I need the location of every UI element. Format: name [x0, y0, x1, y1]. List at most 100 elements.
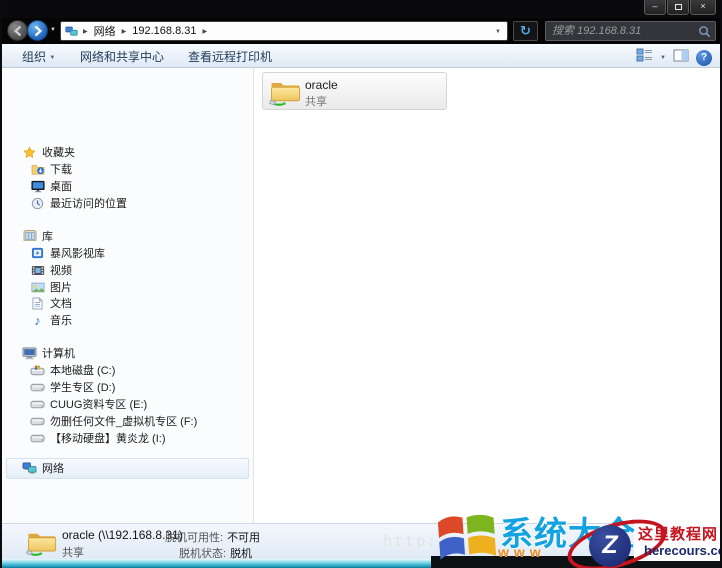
sidebar-item-drive-e[interactable]: CUUG资料专区 (E:) — [30, 396, 147, 412]
organize-menu[interactable]: 组织 ▼ — [22, 48, 55, 65]
libraries-icon — [22, 230, 37, 242]
details-field-offline-availability: 脱机可用性: 不可用 — [165, 532, 261, 544]
video-library-icon — [30, 247, 45, 259]
sidebar-item-label: 本地磁盘 (C:) — [50, 365, 116, 377]
sidebar-item-music[interactable]: ♪ 音乐 — [30, 312, 72, 328]
sidebar-item-drive-i[interactable]: 【移动硬盘】黄炎龙 (I:) — [30, 430, 166, 446]
close-button[interactable]: × — [690, 0, 716, 15]
sidebar-item-pictures[interactable]: 图片 — [30, 279, 72, 295]
forward-button[interactable] — [27, 20, 48, 41]
sidebar-item-label: 文档 — [50, 298, 72, 310]
sidebar-item-video-library[interactable]: 暴风影视库 — [30, 245, 105, 261]
sidebar-item-favorites[interactable]: 收藏夹 — [22, 144, 75, 160]
folder-name: oracle — [305, 78, 338, 92]
sidebar-item-videos[interactable]: 视频 — [30, 262, 72, 278]
search-icon[interactable] — [698, 25, 711, 43]
windows-flag-logo-icon — [434, 508, 500, 568]
sidebar-item-computer[interactable]: 计算机 — [22, 345, 75, 361]
watermark-badge-domain: herecours.com — [644, 543, 722, 558]
sidebar-item-label: 桌面 — [50, 181, 72, 193]
sidebar-item-label: 库 — [42, 231, 53, 243]
navigation-pane: 收藏夹 下载 桌面 最近访问的位置 库 暴风影视库 视频 图片 文档 ♪ 音乐 … — [2, 68, 253, 523]
preview-pane-button[interactable] — [673, 49, 689, 67]
sidebar-item-network[interactable]: 网络 — [22, 460, 64, 476]
sidebar-item-label: 收藏夹 — [42, 147, 75, 159]
drive-icon — [30, 434, 45, 443]
minimize-button[interactable]: – — [644, 0, 666, 15]
recent-pages-caret-icon[interactable]: ▼ — [50, 27, 56, 33]
documents-icon — [30, 297, 45, 310]
views-caret-icon[interactable]: ▼ — [660, 55, 666, 61]
sidebar-item-label: 勿删任何文件_虚拟机专区 (F:) — [50, 416, 198, 428]
badge-letter: Z — [602, 531, 618, 559]
window-body: 收藏夹 下载 桌面 最近访问的位置 库 暴风影视库 视频 图片 文档 ♪ 音乐 … — [2, 68, 720, 523]
sidebar-item-label: 计算机 — [42, 348, 75, 360]
folder-item-oracle[interactable]: oracle 共享 — [262, 72, 447, 110]
videos-icon — [30, 265, 45, 276]
title-bar: – × — [0, 0, 722, 18]
chevron-down-icon: ▼ — [49, 55, 56, 61]
breadcrumb-arrow-icon: ▶ — [121, 28, 127, 35]
sidebar-item-label: 暴风影视库 — [50, 248, 105, 260]
breadcrumb[interactable]: ▶ 网络 ▶ 192.168.8.31 ▶ ▼ — [60, 21, 508, 41]
drive-icon — [30, 383, 45, 392]
computer-icon — [22, 346, 37, 360]
refresh-button[interactable]: ↻ — [513, 21, 538, 41]
minimize-icon: – — [652, 1, 658, 11]
breadcrumb-segment-host[interactable]: 192.168.8.31 — [128, 25, 200, 37]
file-list-pane: oracle 共享 — [254, 68, 720, 523]
refresh-icon: ↻ — [520, 23, 531, 38]
network-center-button[interactable]: 网络和共享中心 — [80, 48, 164, 65]
search-input[interactable] — [552, 23, 692, 39]
shared-folder-icon — [26, 526, 59, 563]
command-bar: 组织 ▼ 网络和共享中心 查看远程打印机 ▼ ? — [2, 44, 720, 68]
sidebar-item-label: 学生专区 (D:) — [50, 382, 116, 394]
sidebar-item-label: 网络 — [42, 463, 64, 475]
breadcrumb-arrow-icon: ▶ — [83, 28, 88, 35]
drive-icon — [30, 400, 45, 409]
sidebar-item-drive-f[interactable]: 勿删任何文件_虚拟机专区 (F:) — [30, 413, 197, 429]
address-bar: ▼ ▶ 网络 ▶ 192.168.8.31 ▶ ▼ ↻ — [0, 18, 722, 44]
watermark-badge-circle-icon: Z — [589, 525, 631, 567]
search-box — [545, 21, 716, 41]
breadcrumb-segment-network[interactable]: 网络 — [90, 23, 120, 39]
sidebar-item-downloads[interactable]: 下载 — [30, 161, 72, 177]
drive-icon — [30, 417, 45, 426]
sidebar-item-label: 图片 — [50, 282, 72, 294]
sidebar-item-libraries[interactable]: 库 — [22, 228, 53, 244]
sidebar-item-label: CUUG资料专区 (E:) — [50, 399, 148, 411]
sidebar-item-drive-c[interactable]: 本地磁盘 (C:) — [30, 362, 115, 378]
sidebar-item-label: 【移动硬盘】黄炎龙 (I:) — [50, 433, 166, 445]
watermark-www-text: www — [498, 544, 546, 560]
music-icon: ♪ — [34, 312, 41, 328]
sidebar-item-label: 下载 — [50, 164, 72, 176]
maximize-button[interactable] — [667, 0, 689, 15]
address-dropdown-caret-icon[interactable]: ▼ — [495, 29, 501, 35]
view-remote-printers-button[interactable]: 查看远程打印机 — [188, 48, 272, 65]
watermark-badge-title: 这里教程网 — [638, 526, 719, 543]
folder-status: 共享 — [305, 96, 327, 108]
star-icon — [22, 145, 37, 159]
sidebar-item-label: 音乐 — [50, 315, 72, 327]
sidebar-item-desktop[interactable]: 桌面 — [30, 178, 72, 194]
help-button[interactable]: ? — [696, 49, 712, 66]
breadcrumb-arrow-icon: ▶ — [202, 28, 208, 35]
network-icon — [22, 462, 37, 474]
shared-folder-icon — [269, 75, 303, 113]
pictures-icon — [30, 282, 45, 293]
system-drive-icon — [30, 365, 45, 376]
maximize-icon — [674, 4, 682, 10]
change-view-button[interactable] — [636, 48, 653, 67]
sidebar-item-documents[interactable]: 文档 — [30, 295, 72, 311]
desktop-icon — [30, 180, 45, 193]
network-location-icon — [65, 26, 78, 37]
downloads-icon — [30, 163, 45, 175]
caption-buttons: – × — [643, 0, 716, 15]
back-button[interactable] — [7, 20, 28, 41]
details-subtitle: 共享 — [62, 547, 84, 559]
sidebar-item-drive-d[interactable]: 学生专区 (D:) — [30, 379, 115, 395]
sidebar-item-recent-places[interactable]: 最近访问的位置 — [30, 195, 127, 211]
sidebar-item-label: 最近访问的位置 — [50, 198, 127, 210]
close-icon: × — [700, 1, 706, 11]
explorer-window: – × ▼ ▶ 网络 ▶ 192.168.8.31 ▶ ▼ ↻ 搜索 192.1… — [0, 0, 722, 568]
